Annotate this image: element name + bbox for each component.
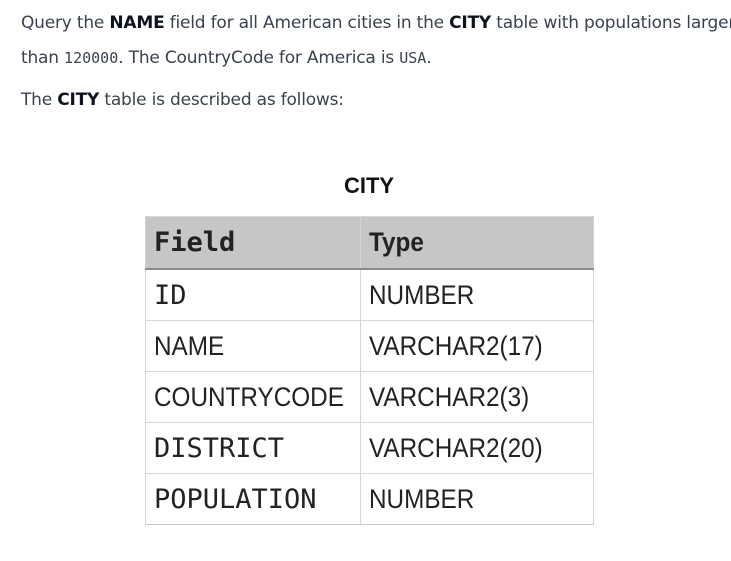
field-cell: COUNTRYCODE <box>145 371 361 423</box>
table-row: DISTRICT VARCHAR2(20) <box>145 422 594 474</box>
table-row: ID NUMBER <box>145 268 594 321</box>
table-row: NAME VARCHAR2(17) <box>145 320 594 372</box>
problem-statement: Query the NAME field for all American ci… <box>21 6 731 76</box>
field-cell: DISTRICT <box>145 422 361 474</box>
text: than <box>21 48 65 68</box>
table-row: POPULATION NUMBER <box>145 473 594 525</box>
type-cell: VARCHAR2(20) <box>360 422 594 474</box>
field-cell: NAME <box>145 320 361 372</box>
text: table is described as follows: <box>99 90 344 110</box>
field-cell: POPULATION <box>145 473 361 525</box>
type-cell: NUMBER <box>360 473 594 525</box>
type-cell: NUMBER <box>360 268 594 321</box>
text: . The CountryCode for America is <box>118 48 400 68</box>
table-intro: The CITY table is described as follows: <box>21 83 344 118</box>
city-table: Field Type ID NUMBER NAME VARCHAR2(17) C… <box>145 216 594 525</box>
bold-city: CITY <box>449 13 492 33</box>
code-population: 120000 <box>64 49 119 67</box>
field-cell: ID <box>145 268 361 321</box>
table-row: COUNTRYCODE VARCHAR2(3) <box>145 371 594 423</box>
bold-name: NAME <box>109 13 165 33</box>
table-caption: CITY <box>343 173 395 198</box>
header-type: Type <box>360 216 594 270</box>
type-cell: VARCHAR2(17) <box>360 320 594 372</box>
code-country: USA <box>399 49 427 67</box>
type-cell: VARCHAR2(3) <box>360 371 594 423</box>
text: table with populations larger <box>491 13 731 33</box>
text: Query the <box>21 13 110 33</box>
text: field for all American cities in the <box>164 13 450 33</box>
table-header-row: Field Type <box>145 216 594 270</box>
text: . <box>426 48 432 68</box>
text: The <box>21 90 58 110</box>
header-field: Field <box>145 216 361 270</box>
bold-city: CITY <box>57 90 100 110</box>
